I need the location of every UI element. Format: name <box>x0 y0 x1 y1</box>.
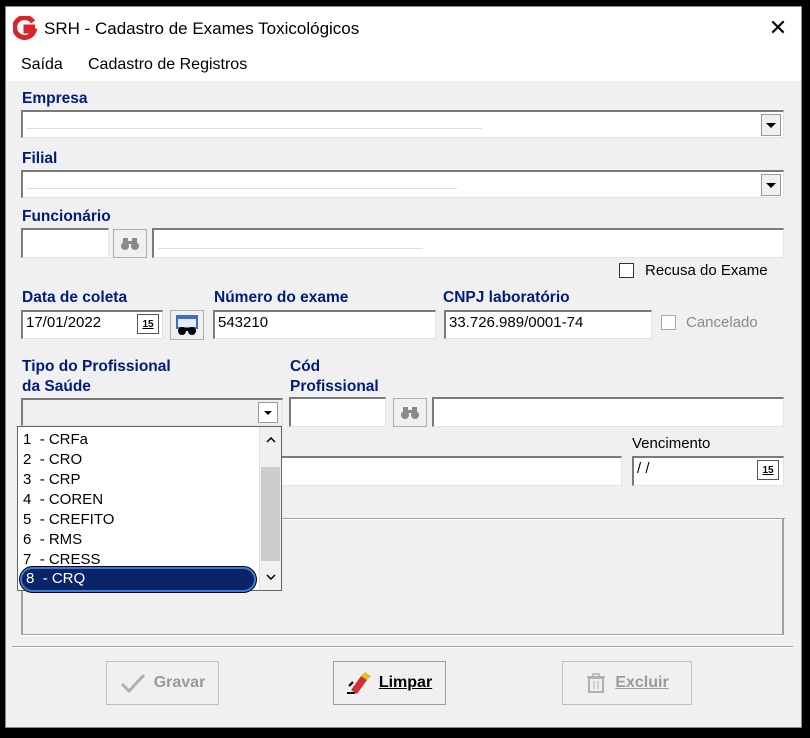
tipo-profissional-label-line1: Tipo do Profissional <box>22 358 171 375</box>
empresa-label: Empresa <box>22 90 88 107</box>
numero-exame-label: Número do exame <box>214 289 349 306</box>
funcionario-label: Funcionário <box>22 208 111 225</box>
list-item[interactable]: 1 - CRFa <box>23 431 88 448</box>
eraser-icon <box>346 672 371 694</box>
list-item[interactable]: 6 - RMS <box>23 531 82 548</box>
close-icon: ✕ <box>768 15 788 40</box>
cancelado-label: Cancelado <box>686 314 758 331</box>
gravar-button[interactable]: Gravar <box>106 661 219 705</box>
data-coleta-calendar-button[interactable]: 15 <box>137 314 159 334</box>
cancelado-checkbox[interactable] <box>661 315 676 330</box>
group-bottom-border <box>21 634 784 636</box>
trash-icon <box>585 672 607 694</box>
selected-item-text: 8 - CRQ <box>26 570 86 587</box>
list-scrollbar[interactable] <box>259 427 281 590</box>
empresa-placeholder <box>27 128 482 129</box>
group-divider <box>280 518 785 520</box>
data-coleta-label: Data de coleta <box>22 289 128 306</box>
chevron-down-icon <box>265 574 276 580</box>
tipo-profissional-dropdown-button[interactable] <box>258 402 278 423</box>
cnpj-input[interactable]: 33.726.989/0001-74 <box>444 310 652 339</box>
list-item[interactable]: 3 - CRP <box>23 471 81 488</box>
calendar-icon: 15 <box>142 318 154 330</box>
menu-saida[interactable]: Saída <box>21 56 63 74</box>
filial-select[interactable] <box>21 170 784 198</box>
recusa-checkbox[interactable] <box>619 263 634 278</box>
window-title: SRH - Cadastro de Exames Toxicológicos <box>44 19 360 38</box>
empresa-dropdown-button[interactable] <box>761 114 781 136</box>
cnpj-label: CNPJ laboratório <box>443 289 570 306</box>
cod-profissional-search-button[interactable] <box>393 398 427 427</box>
vencimento-value: / / <box>637 460 650 477</box>
list-item[interactable]: 2 - CRO <box>23 451 82 468</box>
list-item[interactable]: 5 - CREFITO <box>23 511 114 528</box>
hidden-field[interactable] <box>280 456 622 486</box>
binoculars-icon <box>401 406 419 419</box>
scroll-up-arrow[interactable] <box>260 431 281 449</box>
button-bar-divider <box>12 646 793 648</box>
checkmark-icon <box>120 673 146 693</box>
chevron-down-icon <box>264 410 272 415</box>
vencimento-calendar-button[interactable]: 15 <box>757 460 779 480</box>
group-right-border <box>782 518 784 636</box>
empresa-select[interactable] <box>21 110 784 138</box>
chevron-down-icon <box>766 182 776 188</box>
tipo-profissional-select[interactable] <box>21 398 283 426</box>
chevron-up-icon <box>265 437 276 443</box>
recusa-label: Recusa do Exame <box>645 262 768 279</box>
menu-cadastro-registros[interactable]: Cadastro de Registros <box>88 56 247 74</box>
limpar-button[interactable]: Limpar <box>333 661 446 705</box>
cod-profissional-label-line1: Cód <box>290 358 321 375</box>
data-coleta-search-button[interactable] <box>170 310 204 340</box>
binoculars-icon <box>121 237 139 250</box>
funcionario-search-button[interactable] <box>113 229 147 258</box>
selected-list-item[interactable]: 8 - CRQ <box>20 567 256 592</box>
profissional-name-input[interactable] <box>432 397 784 427</box>
calendar-icon: 15 <box>762 464 774 476</box>
close-button[interactable]: ✕ <box>755 7 801 49</box>
filial-label: Filial <box>22 150 58 167</box>
cod-profissional-label-line2: Profissional <box>290 378 379 395</box>
calendar-binoculars-icon <box>176 315 198 335</box>
funcionario-name-input[interactable] <box>152 228 784 258</box>
list-item[interactable]: 7 - CRESS <box>23 551 101 568</box>
tipo-profissional-label-line2: da Saúde <box>22 378 91 395</box>
list-item[interactable]: 4 - COREN <box>23 491 103 508</box>
scroll-thumb[interactable] <box>261 467 280 561</box>
funcionario-code-input[interactable] <box>21 228 109 258</box>
limpar-label: Limpar <box>378 674 433 691</box>
scroll-down-arrow[interactable] <box>260 568 281 586</box>
srh-logo-icon <box>13 16 37 40</box>
numero-exame-input[interactable]: 543210 <box>213 310 436 339</box>
filial-placeholder <box>27 188 457 189</box>
chevron-down-icon <box>766 122 776 128</box>
gravar-label: Gravar <box>153 674 206 691</box>
numero-exame-value: 543210 <box>218 314 269 331</box>
cod-profissional-input[interactable] <box>289 397 386 427</box>
title-bar: SRH - Cadastro de Exames Toxicológicos ✕ <box>6 7 801 49</box>
excluir-label: Excluir <box>615 674 669 691</box>
funcionario-placeholder <box>158 248 423 249</box>
filial-dropdown-button[interactable] <box>761 174 781 196</box>
cnpj-value: 33.726.989/0001-74 <box>449 314 584 331</box>
excluir-button[interactable]: Excluir <box>562 661 692 705</box>
vencimento-label: Vencimento <box>632 435 711 452</box>
data-coleta-value: 17/01/2022 <box>26 314 102 331</box>
menu-bar: Saída Cadastro de Registros <box>6 49 801 81</box>
